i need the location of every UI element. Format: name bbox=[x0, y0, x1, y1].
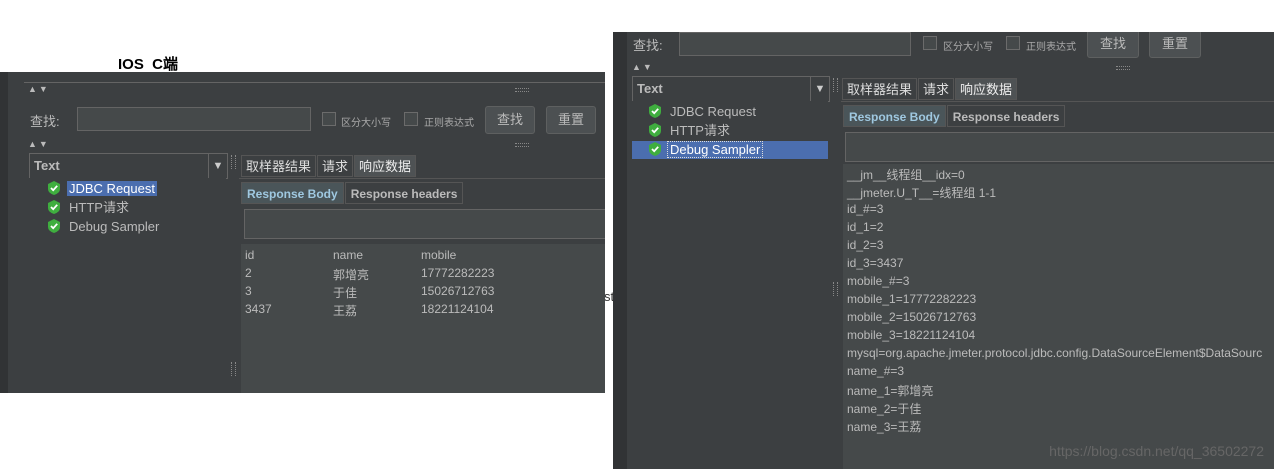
result-tree: JDBC Request HTTP请求 Debug Sampler bbox=[29, 178, 226, 393]
regex-label: 正则表达式 bbox=[424, 118, 474, 129]
regex-checkbox[interactable] bbox=[1006, 36, 1020, 50]
collapse-arrows-icon[interactable]: ▲▼ bbox=[632, 62, 654, 72]
subtab-response-body[interactable]: Response Body bbox=[241, 182, 344, 204]
tree-node-http[interactable]: HTTP请求 bbox=[648, 122, 732, 140]
table-header-id: id bbox=[245, 248, 255, 262]
chevron-down-icon[interactable]: ▼ bbox=[208, 154, 227, 178]
response-line: name_3=王荔 bbox=[847, 420, 922, 434]
response-search-field[interactable] bbox=[244, 209, 605, 239]
response-line: id_3=3437 bbox=[847, 256, 904, 270]
vertical-splitter-grip[interactable] bbox=[833, 282, 838, 296]
response-line: name_1=郭增亮 bbox=[847, 384, 934, 398]
tree-node-debug[interactable]: Debug Sampler bbox=[47, 218, 161, 236]
response-line: mobile_2=15026712763 bbox=[847, 310, 977, 324]
collapse-arrows-icon[interactable]: ▲▼ bbox=[28, 139, 50, 149]
reset-button[interactable]: 重置 bbox=[546, 106, 596, 134]
table-cell: 王荔 bbox=[333, 304, 358, 318]
vertical-splitter-grip[interactable] bbox=[231, 155, 236, 169]
find-button[interactable]: 查找 bbox=[1087, 32, 1139, 58]
green-check-shield-icon bbox=[48, 200, 60, 214]
reset-button[interactable]: 重置 bbox=[1149, 32, 1201, 58]
green-check-shield-icon bbox=[649, 104, 661, 118]
tab-response-data[interactable]: 响应数据 bbox=[354, 155, 417, 177]
response-line: mobile_1=17772282223 bbox=[847, 292, 977, 306]
response-line: name_2=于佳 bbox=[847, 402, 922, 416]
splitter-grip[interactable] bbox=[1116, 66, 1130, 70]
response-body-text: __jm__线程组__idx=0 __jmeter.U_T__=线程组 1-1 … bbox=[843, 164, 1274, 469]
case-sensitive-checkbox[interactable] bbox=[322, 112, 336, 126]
tree-node-jdbc[interactable]: JDBC Request bbox=[47, 180, 157, 198]
regex-label: 正则表达式 bbox=[1026, 42, 1076, 53]
response-subtabs: Response Body Response headers bbox=[241, 182, 464, 204]
table-cell: 3 bbox=[245, 284, 252, 298]
search-label: 查找: bbox=[633, 38, 663, 53]
tab-sampler-result[interactable]: 取样器结果 bbox=[241, 155, 317, 177]
splitter-grip[interactable] bbox=[515, 143, 529, 147]
table-cell: 郭增亮 bbox=[333, 268, 370, 282]
green-check-shield-icon bbox=[48, 181, 60, 195]
tree-node-jdbc[interactable]: JDBC Request bbox=[648, 103, 758, 121]
table-cell: 15026712763 bbox=[421, 284, 495, 298]
find-button[interactable]: 查找 bbox=[485, 106, 535, 134]
table-cell: 3437 bbox=[245, 302, 272, 316]
response-table: id name mobile 2 郭增亮 17772282223 3 于佳 15… bbox=[241, 244, 605, 393]
search-input[interactable] bbox=[77, 107, 311, 131]
tab-request[interactable]: 请求 bbox=[317, 155, 354, 177]
table-cell: 17772282223 bbox=[421, 266, 495, 280]
page-heading: IOS C端 bbox=[118, 56, 179, 73]
collapse-arrows-icon[interactable]: ▲▼ bbox=[28, 84, 50, 94]
search-label: 查找: bbox=[30, 114, 60, 129]
subtab-response-headers[interactable]: Response headers bbox=[344, 182, 464, 204]
response-line: mysql=org.apache.jmeter.protocol.jdbc.co… bbox=[847, 346, 1263, 360]
case-sensitive-label: 区分大小写 bbox=[943, 42, 993, 53]
tab-request[interactable]: 请求 bbox=[918, 78, 955, 100]
table-header-name: name bbox=[333, 248, 364, 262]
tab-sampler-result[interactable]: 取样器结果 bbox=[842, 78, 918, 100]
renderer-select[interactable]: Text ▼ bbox=[29, 153, 228, 179]
table-cell: 2 bbox=[245, 266, 252, 280]
renderer-select[interactable]: Text ▼ bbox=[632, 76, 830, 102]
response-search-field[interactable] bbox=[845, 132, 1274, 162]
left-screenshot: ▲▼ 查找: 区分大小写 正则表达式 查找 重置 ▲▼ Text ▼ JDBC … bbox=[0, 72, 605, 393]
right-screenshot: 查找: 区分大小写 正则表达式 查找 重置 ▲▼ Text ▼ JDBC Req… bbox=[613, 32, 1274, 469]
renderer-value: Text bbox=[34, 158, 60, 173]
response-line: id_1=2 bbox=[847, 220, 884, 234]
response-line: __jmeter.U_T__=线程组 1-1 bbox=[847, 186, 997, 200]
tab-response-data[interactable]: 响应数据 bbox=[955, 78, 1018, 100]
case-sensitive-label: 区分大小写 bbox=[341, 118, 391, 129]
response-line: mobile_#=3 bbox=[847, 274, 910, 288]
green-check-shield-icon bbox=[48, 219, 60, 233]
result-tabs: 取样器结果 请求 响应数据 bbox=[842, 78, 1018, 100]
case-sensitive-checkbox[interactable] bbox=[923, 36, 937, 50]
response-subtabs: Response Body Response headers bbox=[843, 105, 1066, 127]
result-tabs: 取样器结果 请求 响应数据 bbox=[241, 155, 417, 177]
subtab-response-body[interactable]: Response Body bbox=[843, 105, 946, 127]
renderer-value: Text bbox=[637, 81, 663, 96]
response-line: id_2=3 bbox=[847, 238, 884, 252]
watermark: https://blog.csdn.net/qq_36502272 bbox=[1049, 443, 1264, 459]
splitter-grip[interactable] bbox=[515, 88, 529, 92]
response-line: mobile_3=18221124104 bbox=[847, 328, 976, 342]
subtab-response-headers[interactable]: Response headers bbox=[946, 105, 1066, 127]
result-tree: JDBC Request HTTP请求 Debug Sampler bbox=[632, 101, 828, 469]
vertical-splitter-grip[interactable] bbox=[833, 78, 838, 92]
vertical-splitter-grip[interactable] bbox=[231, 362, 236, 376]
response-line: name_#=3 bbox=[847, 364, 905, 378]
response-line: __jm__线程组__idx=0 bbox=[847, 168, 965, 182]
regex-checkbox[interactable] bbox=[404, 112, 418, 126]
table-cell: 18221124104 bbox=[421, 302, 494, 316]
green-check-shield-icon bbox=[649, 142, 661, 156]
response-line: id_#=3 bbox=[847, 202, 884, 216]
table-header-mobile: mobile bbox=[421, 248, 457, 262]
tree-node-http[interactable]: HTTP请求 bbox=[47, 199, 131, 217]
tree-node-debug[interactable]: Debug Sampler bbox=[632, 141, 828, 159]
table-cell: 于佳 bbox=[333, 286, 358, 300]
green-check-shield-icon bbox=[649, 123, 661, 137]
chevron-down-icon[interactable]: ▼ bbox=[810, 77, 829, 101]
search-input[interactable] bbox=[679, 32, 911, 56]
